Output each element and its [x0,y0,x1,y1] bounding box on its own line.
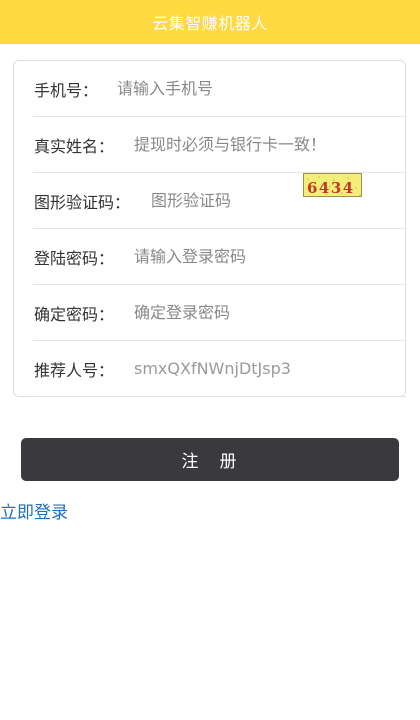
register-button[interactable]: 注 册 [21,438,399,481]
phone-label: 手机号： [34,80,99,100]
realname-label: 真实姓名： [34,136,115,156]
page-title: 云集智赚机器人 [152,14,268,33]
referrer-input[interactable] [134,356,364,381]
password-label: 登陆密码： [34,248,115,268]
phone-row: 手机号： [33,61,407,117]
referrer-row: 推荐人号： [33,341,407,397]
confirm-password-input[interactable] [134,300,364,325]
captcha-text: 6434 [307,179,355,197]
header-bar: 云集智赚机器人 [0,0,420,44]
confirm-password-label: 确定密码： [34,304,115,324]
referrer-label: 推荐人号： [34,360,115,380]
password-row: 登陆密码： [33,229,407,285]
captcha-row: 图形验证码： 6434 [33,173,407,229]
captcha-input[interactable] [151,188,291,213]
phone-input[interactable] [117,76,347,101]
register-form: 手机号： 真实姓名： 图形验证码： 6434 登陆密码： [13,60,407,397]
captcha-image[interactable]: 6434 [303,173,362,197]
realname-input[interactable] [134,132,364,157]
realname-row: 真实姓名： [33,117,407,173]
confirm-password-row: 确定密码： [33,285,407,341]
login-link[interactable]: 立即登录 [0,498,68,523]
captcha-label: 图形验证码： [34,192,131,212]
password-input[interactable] [134,244,364,269]
